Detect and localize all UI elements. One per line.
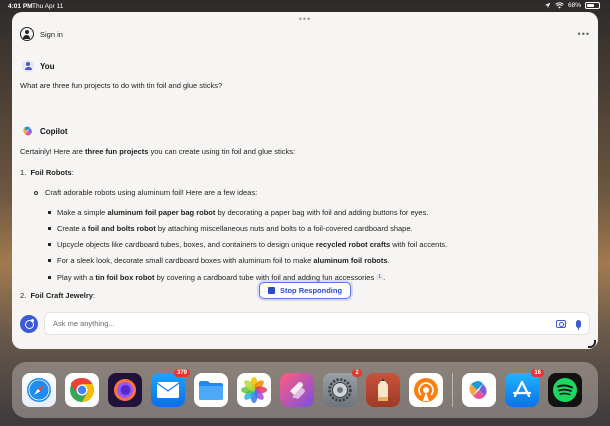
shortcuts-icon (290, 382, 305, 399)
dock-app-notes[interactable] (366, 373, 400, 407)
app-store-badge: 16 (531, 369, 544, 377)
square-bullet (48, 243, 51, 246)
stop-icon (267, 287, 275, 294)
chat-input[interactable] (53, 319, 556, 328)
dock-app-copilot[interactable] (462, 373, 496, 407)
dock-app-mail[interactable]: 379 (151, 369, 190, 407)
firefox-icon (114, 379, 136, 401)
user-name: You (40, 61, 55, 71)
square-bullet (48, 227, 51, 230)
dock-app-spotify[interactable] (548, 373, 582, 407)
square-bullet (48, 276, 51, 279)
bot-name: Copilot (40, 126, 68, 136)
section-2-heading: 2. Foil Craft Jewelry: (20, 291, 96, 300)
status-bar: 4:01 PM Thu Apr 11 68% (0, 0, 610, 12)
microphone-icon[interactable] (576, 319, 581, 330)
list-item: Make a simple aluminum foil paper bag ro… (57, 208, 429, 217)
dock-app-files[interactable] (194, 373, 228, 407)
dock-app-app-store[interactable]: 16 (505, 369, 544, 407)
dock-app-shortcuts[interactable] (280, 373, 314, 407)
chat-input-box (44, 312, 590, 335)
copilot-window: ••• Sign in ••• You What are three fun p… (12, 12, 598, 349)
dock: 379 2 16 (12, 362, 598, 418)
square-bullet (48, 211, 51, 214)
account-icon[interactable] (20, 27, 34, 41)
chrome-icon (70, 377, 95, 402)
dock-app-safari[interactable] (22, 373, 56, 407)
location-icon (544, 2, 551, 9)
square-bullet (48, 259, 51, 262)
resize-handle[interactable] (588, 340, 596, 348)
wifi-icon (555, 2, 564, 9)
stop-responding-button[interactable]: Stop Responding (259, 282, 351, 299)
list-item: Create a foil and bolts robot by attachi… (57, 224, 413, 233)
mail-badge: 379 (173, 369, 190, 377)
more-options-button[interactable]: ••• (578, 29, 590, 39)
safari-icon (27, 378, 51, 402)
list-item: For a sleek look, decorate small cardboa… (57, 256, 390, 265)
photos-icon (241, 377, 267, 403)
dock-app-settings[interactable]: 2 (323, 369, 362, 407)
section-1-sub: Craft adorable robots using aluminum foi… (45, 188, 258, 197)
podcast-icon (414, 378, 438, 402)
spotify-icon (553, 378, 577, 402)
window-grabber[interactable]: ••• (299, 14, 311, 24)
mail-icon (156, 382, 180, 398)
dock-app-photos[interactable] (237, 373, 271, 407)
settings-badge: 2 (352, 369, 362, 377)
pencil-app-icon (378, 378, 388, 401)
dock-app-firefox[interactable] (108, 373, 142, 407)
bot-message-header: Copilot (22, 125, 68, 137)
stop-responding-label: Stop Responding (279, 286, 343, 295)
list-item: Upcycle objects like cardboard tubes, bo… (57, 240, 448, 249)
copilot-icon (469, 381, 487, 399)
user-message-header: You (22, 60, 55, 72)
section-1-heading: 1. Foil Robots: (20, 168, 74, 177)
user-message: What are three fun projects to do with t… (20, 81, 223, 90)
composer (20, 312, 590, 335)
top-bar: Sign in ••• (20, 24, 590, 44)
dock-separator (452, 373, 453, 407)
hollow-bullet (34, 191, 38, 195)
list-item: Play with a tin foil box robot by coveri… (57, 273, 386, 282)
settings-icon (328, 378, 352, 402)
signin-button[interactable]: Sign in (40, 30, 63, 39)
bot-intro: Certainly! Here are three fun projects y… (20, 147, 296, 156)
new-topic-button[interactable] (20, 314, 38, 333)
dock-app-overcast[interactable] (409, 373, 443, 407)
battery-percent: 68% (567, 2, 581, 9)
battery-icon (585, 2, 600, 9)
copilot-logo-icon (23, 126, 32, 136)
files-icon (199, 381, 223, 400)
user-avatar-icon (22, 60, 34, 72)
app-store-icon (512, 380, 532, 398)
dock-app-chrome[interactable] (65, 373, 99, 407)
status-indicators: 68% (544, 2, 600, 9)
status-time: 4:01 PM (8, 3, 33, 10)
status-date: Thu Apr 11 (32, 3, 64, 10)
camera-icon[interactable] (556, 319, 566, 328)
